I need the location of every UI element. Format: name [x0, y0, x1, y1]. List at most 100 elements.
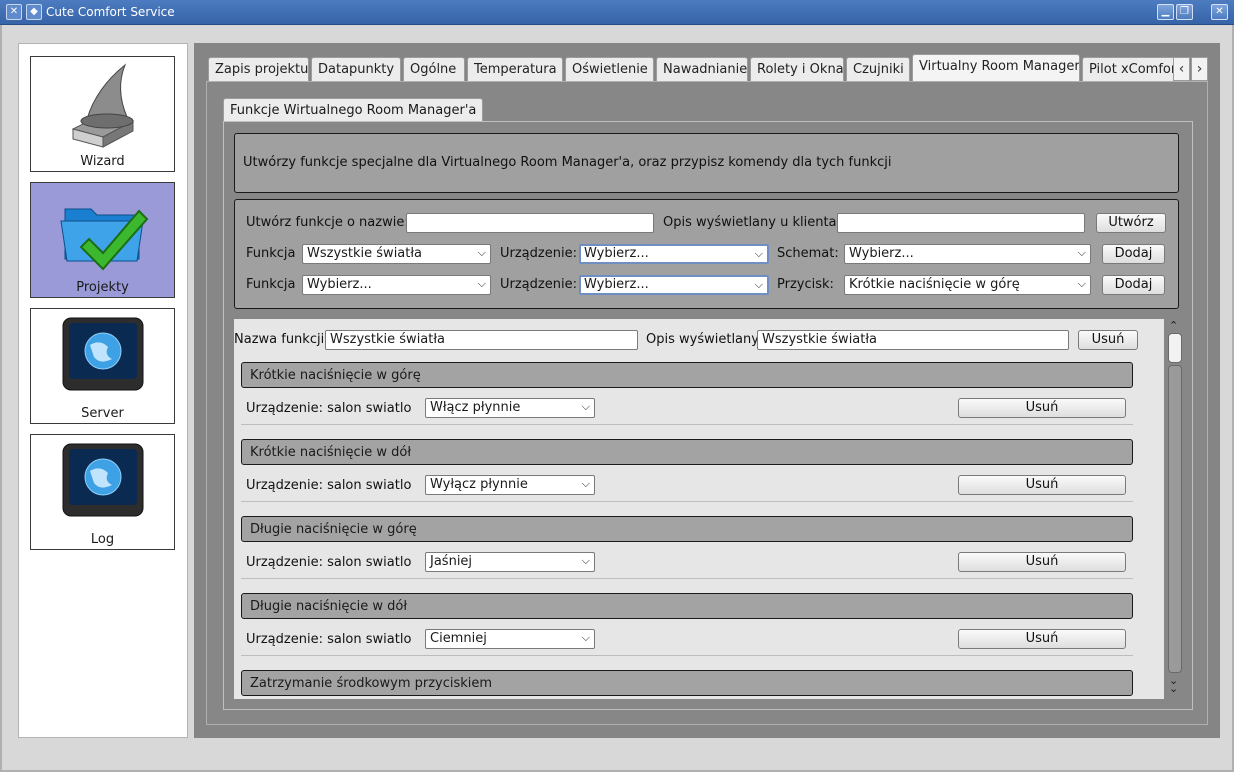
sidebar: Wizard Projekty Server Log: [18, 43, 188, 738]
create-button[interactable]: Utwórz: [1096, 213, 1166, 233]
device-text: Urządzenie: salon swiatlo: [246, 555, 412, 570]
section-header: Krótkie naciśnięcie w górę: [241, 362, 1133, 388]
tab-nawadnianie[interactable]: Nawadnianie: [656, 57, 748, 81]
function-list: Nazwa funkcji Wszystkie światła Opis wyś…: [234, 319, 1164, 699]
add-scheme-button[interactable]: Dodaj: [1102, 244, 1165, 264]
scroll-down-icon[interactable]: ⌄ ⌄: [1169, 675, 1178, 694]
subtab-funkcje[interactable]: Funkcje Wirtualnego Room Manager'a: [223, 98, 484, 122]
scrollbar-thumb[interactable]: [1168, 333, 1182, 363]
sidebar-item-label: Projekty: [76, 280, 129, 295]
sidebar-item-log[interactable]: Log: [30, 434, 175, 550]
tab-rolety-i-okna[interactable]: Rolety i Okna: [750, 57, 844, 81]
button-label: Przycisk:: [777, 277, 834, 292]
main-window: Wizard Projekty Server Log Zapis projekt…: [0, 25, 1234, 772]
create-function-box: Utwórz funkcje o nazwie: Opis wyświetlan…: [234, 199, 1179, 309]
tab-pane: Funkcje Wirtualnego Room Manager'a Utwór…: [206, 81, 1208, 725]
action-select[interactable]: Włącz płynnie ⌵: [425, 398, 595, 418]
device-text: Urządzenie: salon swiatlo: [246, 401, 412, 416]
sidebar-item-label: Server: [81, 406, 124, 421]
tab-virtualny-room-manager[interactable]: Virtualny Room Manager: [912, 54, 1080, 82]
tab-czujniki[interactable]: Czujniki: [846, 57, 910, 81]
chevron-down-icon: ⌵: [477, 246, 486, 259]
chevron-down-icon: ⌵: [581, 477, 590, 490]
wizard-hat-icon: [71, 63, 134, 148]
close-button[interactable]: ✕: [1211, 4, 1228, 20]
tab-zapis-projektu[interactable]: Zapis projektu: [208, 57, 309, 81]
main-area: Zapis projektu Datapunkty Ogólne Tempera…: [194, 43, 1220, 738]
sidebar-item-wizard[interactable]: Wizard: [30, 56, 175, 172]
section-row: Urządzenie: salon swiatlo Wyłącz płynnie…: [241, 468, 1133, 502]
tab-pilot-xcomfort[interactable]: Pilot xComfort: [1082, 57, 1178, 81]
client-description-label: Opis wyświetlany u klienta:: [663, 215, 841, 230]
button-select[interactable]: Krótkie naciśnięcie w górę ⌵: [844, 275, 1091, 295]
tab-scroll-right-button[interactable]: ›: [1191, 57, 1208, 81]
app-icon[interactable]: ✕: [6, 4, 22, 20]
globe-monitor-icon: [62, 317, 143, 391]
function-select[interactable]: Wszystkie światła ⌵: [302, 244, 491, 264]
section-row: Urządzenie: salon swiatlo Ciemniej ⌵ Usuń: [241, 622, 1133, 656]
section-row: Urządzenie: salon swiatlo Jaśniej ⌵ Usuń: [241, 545, 1133, 579]
scheme-select[interactable]: Wybierz... ⌵: [844, 244, 1091, 264]
delete-function-button[interactable]: Usuń: [1078, 330, 1138, 350]
maximize-button[interactable]: ❐: [1176, 4, 1193, 20]
device-label: Urządzenie:: [500, 277, 577, 292]
tab-bar: Zapis projektu Datapunkty Ogólne Tempera…: [208, 54, 1178, 82]
delete-command-button[interactable]: Usuń: [958, 552, 1126, 572]
scheme-label: Schemat:: [777, 246, 839, 261]
description-text: Utwórzy funkcje specjalne dla Virtualneg…: [243, 155, 892, 170]
section-header: Zatrzymanie środkowym przyciskiem: [241, 670, 1133, 696]
device-text: Urządzenie: salon swiatlo: [246, 632, 412, 647]
function-label: Funkcja: [246, 246, 296, 261]
delete-command-button[interactable]: Usuń: [958, 398, 1126, 418]
scroll-up-icon[interactable]: ⌃: [1169, 319, 1178, 332]
section-row: Urządzenie: salon swiatlo Włącz płynnie ⌵…: [241, 391, 1133, 425]
section-header: Długie naciśnięcie w dół: [241, 593, 1133, 619]
chevron-down-icon: ⌵: [754, 278, 763, 291]
sidebar-item-label: Log: [90, 532, 115, 547]
sidebar-item-server[interactable]: Server: [30, 308, 175, 424]
function-label: Funkcja: [246, 277, 296, 292]
window-menu-icon[interactable]: ◆: [26, 4, 42, 20]
action-select[interactable]: Jaśniej ⌵: [425, 552, 595, 572]
device-select[interactable]: Wybierz... ⌵: [579, 275, 769, 295]
function-name-label: Utwórz funkcje o nazwie:: [246, 215, 409, 230]
subtab-pane: Utwórzy funkcje specjalne dla Virtualneg…: [223, 121, 1193, 710]
chevron-down-icon: ⌵: [477, 277, 486, 290]
function-select[interactable]: Wybierz... ⌵: [302, 275, 491, 295]
window-title: Cute Comfort Service: [46, 5, 175, 19]
device-select[interactable]: Wybierz... ⌵: [579, 244, 769, 264]
tab-oswietlenie[interactable]: Oświetlenie: [565, 57, 654, 81]
tab-scroll-left-button[interactable]: ‹: [1173, 57, 1190, 81]
tab-temperatura[interactable]: Temperatura: [467, 57, 563, 81]
tab-datapunkty[interactable]: Datapunkty: [311, 57, 401, 81]
function-description-label: Opis wyświetlany: [646, 332, 759, 347]
device-label: Urządzenie:: [500, 246, 577, 261]
client-description-input[interactable]: [837, 213, 1085, 233]
sidebar-item-label: Wizard: [80, 154, 125, 169]
sidebar-item-projekty[interactable]: Projekty: [30, 182, 175, 298]
delete-command-button[interactable]: Usuń: [958, 629, 1126, 649]
chevron-down-icon: ⌵: [754, 247, 763, 260]
chevron-down-icon: ⌵: [581, 400, 590, 413]
minimize-button[interactable]: ▁: [1157, 4, 1174, 20]
function-name-label: Nazwa funkcji: [234, 332, 325, 347]
function-name-field[interactable]: Wszystkie światła: [325, 330, 638, 350]
chevron-down-icon: ⌵: [1077, 246, 1086, 259]
folder-check-icon: [59, 208, 148, 271]
vertical-scrollbar[interactable]: ⌃ ⌄ ⌄: [1165, 319, 1185, 699]
tab-ogolne[interactable]: Ogólne: [403, 57, 465, 81]
add-button-command-button[interactable]: Dodaj: [1102, 275, 1165, 295]
chevron-down-icon: ⌵: [581, 631, 590, 644]
device-text: Urządzenie: salon swiatlo: [246, 478, 412, 493]
title-bar: ✕ ◆ Cute Comfort Service ▁ ❐ ✕: [0, 0, 1234, 25]
action-select[interactable]: Ciemniej ⌵: [425, 629, 595, 649]
chevron-down-icon: ⌵: [581, 554, 590, 567]
section-header: Długie naciśnięcie w górę: [241, 516, 1133, 542]
scrollbar-track[interactable]: [1168, 365, 1182, 673]
description-box: Utwórzy funkcje specjalne dla Virtualneg…: [234, 133, 1179, 193]
function-name-input[interactable]: [406, 213, 654, 233]
action-select[interactable]: Wyłącz płynnie ⌵: [425, 475, 595, 495]
delete-command-button[interactable]: Usuń: [958, 475, 1126, 495]
function-description-field[interactable]: Wszystkie światła: [757, 330, 1069, 350]
chevron-down-icon: ⌵: [1077, 277, 1086, 290]
